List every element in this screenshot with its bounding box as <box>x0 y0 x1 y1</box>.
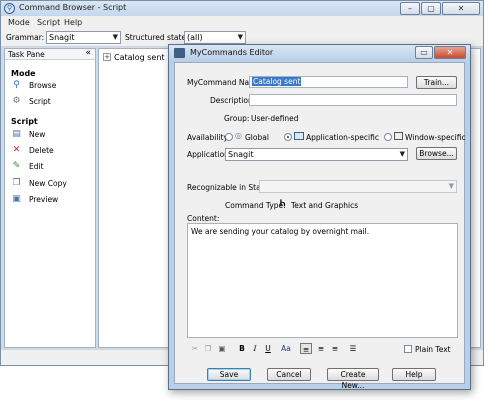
format-toolbar: ✂ ❐ ▣ B I U Aa ≡ ≡ ≡ ☰ Plain Text <box>187 343 458 355</box>
globe-icon: ◎ <box>235 131 242 140</box>
script-gear-icon: ⚙ <box>12 96 21 106</box>
menu-bar: Mode Script Help <box>1 16 483 29</box>
structured-state-select[interactable]: (all) ▼ <box>184 31 246 44</box>
cancel-button[interactable]: Cancel <box>267 368 311 381</box>
minimize-button[interactable]: – <box>400 2 420 15</box>
chevron-down-icon: ▼ <box>237 33 243 41</box>
states-select[interactable]: ▼ <box>259 180 457 193</box>
tree-expander[interactable]: + <box>103 53 111 61</box>
collapse-icon[interactable]: « <box>85 48 91 58</box>
bold-button[interactable]: B <box>236 343 248 354</box>
structured-state-label: Structured state: <box>125 33 189 42</box>
task-pane-title: Task Pane <box>8 50 45 59</box>
dialog-restore-button[interactable]: ▭ <box>415 46 433 59</box>
browse-button[interactable]: Browse... <box>416 147 457 160</box>
radio-window-label: Window-specific <box>405 133 466 142</box>
application-window-icon <box>294 132 304 140</box>
chevron-down-icon: ▼ <box>112 33 118 41</box>
command-name-value: Catalog sent <box>252 77 302 86</box>
title-bar: ⚲ Command Browser - Script – ▢ ✕ <box>1 1 483 16</box>
radio-application-label: Application-specific <box>306 133 379 142</box>
task-new-label: New <box>29 130 46 139</box>
edit-icon: ✎ <box>12 161 21 171</box>
mode-section-title: Mode <box>11 69 36 78</box>
help-button[interactable]: Help <box>392 368 436 381</box>
content-text: We are sending your catalog by overnight… <box>191 227 370 236</box>
align-left-icon[interactable]: ≡ <box>300 343 312 354</box>
train-button[interactable]: Train... <box>416 76 457 89</box>
dialog-title: MyCommands Editor <box>190 48 274 57</box>
content-label: Content: <box>187 214 220 223</box>
bullet-list-icon[interactable]: ☰ <box>347 343 359 354</box>
chevron-down-icon: ▼ <box>448 182 454 190</box>
grammar-select[interactable]: Snagit ▼ <box>46 31 121 44</box>
italic-button[interactable]: I <box>249 343 261 354</box>
task-delete-label: Delete <box>29 146 54 155</box>
window-icon <box>394 132 403 140</box>
search-icon: ⚲ <box>13 80 20 90</box>
window-title: Command Browser - Script <box>19 3 127 12</box>
command-type-value: Text and Graphics <box>291 201 359 210</box>
task-pane-header: Task Pane « <box>5 48 95 60</box>
task-pane: Task Pane « Mode ⚲ Browse ⚙ Script Scrip… <box>4 48 96 348</box>
command-type-label: Command Type: <box>225 201 286 210</box>
content-editor[interactable]: We are sending your catalog by overnight… <box>187 223 458 338</box>
menu-script[interactable]: Script <box>37 18 60 27</box>
menu-help[interactable]: Help <box>64 18 82 27</box>
application-value: Snagit <box>228 150 254 159</box>
preview-icon: ▣ <box>12 194 21 204</box>
dialog-app-icon <box>174 48 185 58</box>
grammar-value: Snagit <box>49 33 75 42</box>
task-preview-label: Preview <box>29 195 59 204</box>
task-new-copy-label: New Copy <box>29 179 67 188</box>
text-graphics-icon: Ꮒ <box>280 199 286 209</box>
tree-item-catalog-sent[interactable]: Catalog sent <box>114 53 165 62</box>
align-right-icon[interactable]: ≡ <box>329 343 341 354</box>
underline-button[interactable]: U <box>262 343 274 354</box>
mycommands-editor-dialog: MyCommands Editor ▭ ✕ MyCommand Name: Ca… <box>168 44 471 390</box>
availability-label: Availability: <box>187 133 230 142</box>
task-browse-label: Browse <box>29 81 57 90</box>
plain-text-checkbox[interactable] <box>404 345 412 353</box>
dialog-close-button[interactable]: ✕ <box>434 46 466 59</box>
grammar-label: Grammar: <box>6 33 45 42</box>
application-select[interactable]: Snagit ▼ <box>225 148 408 161</box>
radio-application-specific[interactable] <box>284 133 292 141</box>
maximize-button[interactable]: ▢ <box>421 2 441 15</box>
paste-icon[interactable]: ▣ <box>216 343 228 354</box>
group-value: User-defined <box>251 114 299 123</box>
app-magnifier-icon: ⚲ <box>4 3 15 14</box>
script-section-title: Script <box>11 117 38 126</box>
structured-state-value: (all) <box>187 33 203 42</box>
new-document-icon: ▤ <box>12 129 21 139</box>
create-new-button[interactable]: Create New... <box>327 368 379 390</box>
dialog-title-bar: MyCommands Editor ▭ ✕ <box>169 45 470 61</box>
align-center-icon[interactable]: ≡ <box>315 343 327 354</box>
save-button[interactable]: Save <box>207 368 251 381</box>
radio-global-label: Global <box>245 133 269 142</box>
task-script-label: Script <box>29 97 51 106</box>
description-field[interactable] <box>249 94 457 106</box>
copy-icon[interactable]: ❐ <box>202 343 214 354</box>
menu-mode[interactable]: Mode <box>8 18 30 27</box>
radio-window-specific[interactable] <box>384 133 392 141</box>
close-button[interactable]: ✕ <box>442 2 480 15</box>
chevron-down-icon: ▼ <box>399 150 405 158</box>
delete-x-icon: ✕ <box>12 145 21 155</box>
dialog-body: MyCommand Name: Catalog sent Train... De… <box>174 62 466 390</box>
command-name-field[interactable]: Catalog sent <box>249 76 408 88</box>
font-button[interactable]: Aa <box>280 343 292 354</box>
cut-icon[interactable]: ✂ <box>189 343 201 354</box>
copy-icon: ❐ <box>12 178 21 188</box>
plain-text-label: Plain Text <box>415 345 451 354</box>
task-edit-label: Edit <box>29 162 44 171</box>
group-label: Group: <box>224 114 250 123</box>
radio-global[interactable] <box>225 133 233 141</box>
